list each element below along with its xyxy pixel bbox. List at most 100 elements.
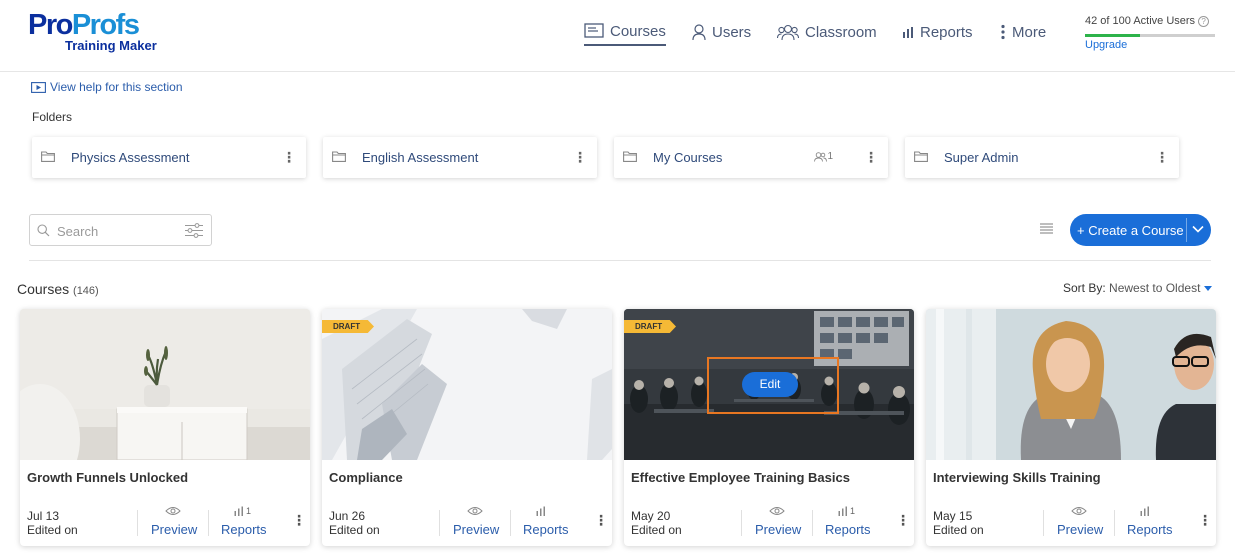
reports-button[interactable]: Reports <box>825 522 871 537</box>
folder-name: Physics Assessment <box>71 150 190 165</box>
bar-chart-icon <box>234 506 243 516</box>
course-menu-icon[interactable]: ⋮ <box>594 512 608 529</box>
card-divider <box>439 510 440 536</box>
active-users-text: 42 of 100 Active Users <box>1085 15 1196 27</box>
card-divider <box>137 510 138 536</box>
user-icon <box>692 23 706 40</box>
reports-button[interactable]: Reports <box>1127 522 1173 537</box>
nav-courses-label: Courses <box>610 22 666 40</box>
folder-icon <box>914 151 928 162</box>
card-divider <box>1043 510 1044 536</box>
eye-icon <box>165 507 181 515</box>
filter-sliders-icon[interactable] <box>185 223 203 238</box>
course-card[interactable]: Interviewing Skills Training May 15 Edit… <box>926 309 1216 546</box>
folder-menu-icon[interactable]: ⋮ <box>573 149 587 166</box>
draft-badge: DRAFT <box>322 320 374 333</box>
view-help-label: View help for this section <box>50 80 183 94</box>
users-icon <box>814 151 828 162</box>
create-course-divider <box>1186 218 1187 242</box>
course-edited-date: May 20 <box>631 509 671 523</box>
create-course-button[interactable]: + Create a Course <box>1070 214 1211 246</box>
reports-indicator <box>536 506 548 516</box>
sort-label: Sort By: <box>1063 281 1106 295</box>
nav-more[interactable]: More <box>1000 18 1046 46</box>
course-menu-icon[interactable]: ⋮ <box>292 512 306 529</box>
course-menu-icon[interactable]: ⋮ <box>896 512 910 529</box>
course-card[interactable]: DRAFT Compliance Jun 26 Edited on Previe… <box>322 309 612 546</box>
preview-button[interactable]: Preview <box>755 522 801 537</box>
course-menu-icon[interactable]: ⋮ <box>1198 512 1212 529</box>
edit-button[interactable]: Edit <box>742 372 798 397</box>
courses-heading-label: Courses <box>17 281 70 297</box>
search-input[interactable] <box>57 221 177 241</box>
folders-heading: Folders <box>32 110 73 124</box>
chevron-down-icon[interactable] <box>1192 225 1204 233</box>
folder-menu-icon[interactable]: ⋮ <box>282 149 296 166</box>
logo-brand-a: Pro <box>28 9 73 41</box>
folder-menu-icon[interactable]: ⋮ <box>1155 149 1169 166</box>
reports-count: 1 <box>246 506 252 516</box>
nav-users[interactable]: Users <box>692 18 751 46</box>
course-edited-label: Edited on <box>933 523 984 537</box>
section-divider <box>29 260 1211 261</box>
video-play-icon <box>31 81 46 93</box>
active-users-count: 42 of 100 Active Users? <box>1085 15 1210 27</box>
reports-indicator <box>1140 506 1152 516</box>
folder-menu-icon[interactable]: ⋮ <box>864 149 878 166</box>
reports-button[interactable]: Reports <box>221 522 267 537</box>
course-title[interactable]: Effective Employee Training Basics <box>631 470 850 485</box>
courses-heading: Courses (146) <box>17 281 99 297</box>
logo-brand-b: Profs <box>71 9 140 41</box>
course-thumbnail[interactable] <box>926 309 1216 460</box>
folder-name: Super Admin <box>944 150 1019 165</box>
courses-count: (146) <box>73 285 99 297</box>
proprofs-logo[interactable]: ProProfs Training Maker <box>28 10 168 56</box>
folder-card[interactable]: My Courses 1 ⋮ <box>614 137 888 178</box>
view-help-link[interactable]: View help for this section <box>31 80 183 94</box>
course-thumbnail[interactable]: DRAFT <box>322 309 612 460</box>
folder-card[interactable]: Super Admin ⋮ <box>905 137 1179 178</box>
course-card[interactable]: DRAFT Edit Effective Employee Training B… <box>624 309 914 546</box>
interview-people-image <box>926 309 1216 460</box>
course-title[interactable]: Interviewing Skills Training <box>933 470 1101 485</box>
nav-reports[interactable]: Reports <box>902 18 973 46</box>
nav-classroom[interactable]: Classroom <box>777 18 877 46</box>
course-edited-date: May 15 <box>933 509 973 523</box>
preview-button[interactable]: Preview <box>453 522 499 537</box>
upgrade-link[interactable]: Upgrade <box>1085 39 1127 51</box>
nav-classroom-label: Classroom <box>805 23 877 41</box>
search-box <box>29 214 212 246</box>
course-title[interactable]: Compliance <box>329 470 403 485</box>
nav-more-label: More <box>1012 23 1047 41</box>
list-view-icon[interactable] <box>1040 223 1053 234</box>
nav-courses[interactable]: Courses <box>584 18 666 46</box>
card-divider <box>812 510 813 536</box>
course-title[interactable]: Growth Funnels Unlocked <box>27 470 188 485</box>
folder-card[interactable]: English Assessment ⋮ <box>323 137 597 178</box>
courses-icon <box>584 23 604 38</box>
course-card[interactable]: Growth Funnels Unlocked Jul 13 Edited on… <box>20 309 310 546</box>
eye-icon <box>769 507 785 515</box>
preview-button[interactable]: Preview <box>151 522 197 537</box>
reports-button[interactable]: Reports <box>523 522 569 537</box>
draft-badge: DRAFT <box>624 320 676 333</box>
preview-button[interactable]: Preview <box>1057 522 1103 537</box>
course-edited-label: Edited on <box>631 523 682 537</box>
card-divider <box>510 510 511 536</box>
course-thumbnail[interactable]: DRAFT Edit <box>624 309 914 460</box>
course-thumbnail[interactable] <box>20 309 310 460</box>
top-header: ProProfs Training Maker Courses Users Cl… <box>0 0 1235 72</box>
folder-card[interactable]: Physics Assessment ⋮ <box>32 137 306 178</box>
bar-chart-icon <box>903 27 913 38</box>
nav-reports-label: Reports <box>920 23 973 41</box>
card-divider <box>741 510 742 536</box>
help-question-icon[interactable]: ? <box>1198 16 1210 27</box>
logo-subtitle: Training Maker <box>65 38 157 53</box>
reports-indicator: 1 <box>234 506 251 516</box>
course-edited-label: Edited on <box>27 523 78 537</box>
course-edited-date: Jun 26 <box>329 509 366 523</box>
caret-down-icon <box>1204 286 1213 291</box>
folder-icon <box>41 151 55 162</box>
sort-dropdown[interactable]: Sort By: Newest to Oldest <box>1063 281 1213 295</box>
classroom-icon <box>777 24 799 40</box>
